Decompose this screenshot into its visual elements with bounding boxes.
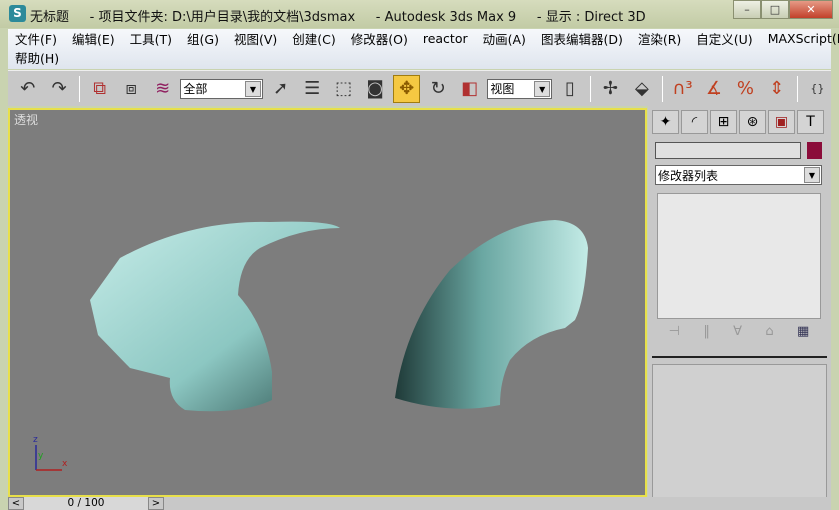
motion-tab-icon[interactable]: ⊛ xyxy=(739,110,766,134)
menu-customize[interactable]: 自定义(U) xyxy=(689,29,760,48)
divider xyxy=(796,75,798,102)
prev-frame-button[interactable]: < xyxy=(8,497,24,510)
window-crossing-icon[interactable]: ◙ xyxy=(361,75,388,103)
selection-filter-dropdown[interactable]: 全部 ▼ xyxy=(180,78,263,99)
perspective-viewport[interactable]: 透视 z y x xyxy=(8,108,647,497)
configure-modifier-sets-icon[interactable]: ▦ xyxy=(797,324,809,344)
modifier-stack[interactable] xyxy=(657,193,821,319)
chevron-down-icon: ▼ xyxy=(244,80,261,97)
next-frame-button[interactable]: > xyxy=(148,497,164,510)
undo-icon[interactable]: ↶ xyxy=(14,75,41,103)
select-object-icon[interactable]: ➚ xyxy=(267,75,294,103)
selection-filter-value: 全部 xyxy=(183,82,208,96)
horn-object-left[interactable] xyxy=(90,221,340,412)
select-by-name-icon[interactable]: ☰ xyxy=(298,75,325,103)
named-selection-icon[interactable]: {} xyxy=(804,75,831,103)
reference-coord-dropdown[interactable]: 视图 ▼ xyxy=(487,78,553,99)
menu-edit[interactable]: 编辑(E) xyxy=(65,29,123,48)
utilities-tab-icon[interactable]: T xyxy=(797,110,824,134)
menu-create[interactable]: 创建(C) xyxy=(285,29,343,48)
menu-views[interactable]: 视图(V) xyxy=(227,29,285,48)
make-unique-icon[interactable]: ∀ xyxy=(733,324,742,344)
snap-3d-icon[interactable]: ∩³ xyxy=(669,75,696,103)
horn-object-right[interactable] xyxy=(395,220,588,409)
modifier-list-dropdown[interactable]: 修改器列表 ▼ xyxy=(655,165,822,185)
minimize-button[interactable]: – xyxy=(733,0,761,19)
hierarchy-tab-icon[interactable]: ⊞ xyxy=(710,110,737,134)
modifier-list-value: 修改器列表 xyxy=(658,168,719,183)
maximize-button[interactable]: □ xyxy=(761,0,789,19)
chevron-down-icon: ▼ xyxy=(534,80,551,97)
menu-help[interactable]: 帮助(H) xyxy=(8,48,67,67)
select-and-scale-icon[interactable]: ◧ xyxy=(456,75,483,103)
close-button[interactable]: ✕ xyxy=(789,0,833,19)
menu-file[interactable]: 文件(F) xyxy=(8,29,65,48)
divider xyxy=(652,356,827,358)
object-name-input[interactable] xyxy=(655,142,801,159)
axis-y-label: y xyxy=(38,451,44,461)
menu-animation[interactable]: 动画(A) xyxy=(476,29,534,48)
chevron-down-icon: ▼ xyxy=(804,167,820,183)
bind-space-warp-icon[interactable]: ≋ xyxy=(149,75,176,103)
menu-tools[interactable]: 工具(T) xyxy=(123,29,180,48)
3dsmax-logo-icon[interactable]: S xyxy=(9,5,26,22)
redo-icon[interactable]: ↷ xyxy=(45,75,72,103)
title-bar: S 无标题 - 项目文件夹: D:\用户目录\我的文档\3dsmax - Aut… xyxy=(0,0,839,28)
viewport-scene: z y x xyxy=(33,220,588,471)
select-and-rotate-icon[interactable]: ↻ xyxy=(424,75,451,103)
parameters-rollout xyxy=(652,364,827,510)
unlink-icon[interactable]: ⧈ xyxy=(117,75,144,103)
menu-bar: 文件(F) 编辑(E) 工具(T) 组(G) 视图(V) 创建(C) 修改器(O… xyxy=(8,29,839,69)
time-slider[interactable]: < 0 / 100 > xyxy=(8,497,831,510)
main-toolbar: ↶ ↷ ⧉ ⧈ ≋ 全部 ▼ ➚ ☰ ⬚ ◙ ✥ ↻ ◧ 视图 ▼ ▯ ✢ ⬙ ∩³… xyxy=(8,70,831,106)
menu-group[interactable]: 组(G) xyxy=(180,29,227,48)
percent-snap-icon[interactable]: % xyxy=(732,75,759,103)
transform-gizmo-icon[interactable]: ✢ xyxy=(597,75,624,103)
remove-modifier-icon[interactable]: ⌂ xyxy=(765,324,773,344)
divider xyxy=(589,75,591,102)
display-tab-icon[interactable]: ▣ xyxy=(768,110,795,134)
angle-snap-icon[interactable]: ∡ xyxy=(700,75,727,103)
menu-modifiers[interactable]: 修改器(O) xyxy=(344,29,416,48)
menu-maxscript[interactable]: MAXScript(M) xyxy=(761,31,839,46)
axis-z-label: z xyxy=(33,435,38,445)
rectangular-selection-icon[interactable]: ⬚ xyxy=(330,75,357,103)
axis-x-label: x xyxy=(62,459,68,469)
reference-coord-value: 视图 xyxy=(490,82,515,96)
show-end-result-icon[interactable]: ‖ xyxy=(703,324,710,344)
menu-graph-editors[interactable]: 图表编辑器(D) xyxy=(534,29,631,48)
time-slider-thumb[interactable]: 0 / 100 xyxy=(24,497,148,510)
pivot-center-icon[interactable]: ▯ xyxy=(556,75,583,103)
object-color-swatch[interactable] xyxy=(807,142,822,159)
window-title: 无标题 - 项目文件夹: D:\用户目录\我的文档\3dsmax - Autod… xyxy=(30,10,646,25)
link-icon[interactable]: ⧉ xyxy=(86,75,113,103)
divider xyxy=(78,75,80,102)
select-and-move-icon[interactable]: ✥ xyxy=(392,74,421,103)
modify-tab-icon[interactable]: ◜ xyxy=(681,110,708,134)
spinner-snap-icon[interactable]: ⇕ xyxy=(763,75,790,103)
axis-tripod: z y x xyxy=(33,435,68,471)
divider xyxy=(661,75,663,102)
pin-stack-icon[interactable]: ⊣ xyxy=(669,324,680,344)
menu-reactor[interactable]: reactor xyxy=(416,31,476,46)
command-panel: ✦ ◜ ⊞ ⊛ ▣ T 修改器列表 ▼ ⊣ ‖ ∀ ⌂ ▦ xyxy=(648,106,831,510)
menu-rendering[interactable]: 渲染(R) xyxy=(631,29,689,48)
create-tab-icon[interactable]: ✦ xyxy=(652,110,679,134)
manipulate-icon[interactable]: ⬙ xyxy=(628,75,655,103)
